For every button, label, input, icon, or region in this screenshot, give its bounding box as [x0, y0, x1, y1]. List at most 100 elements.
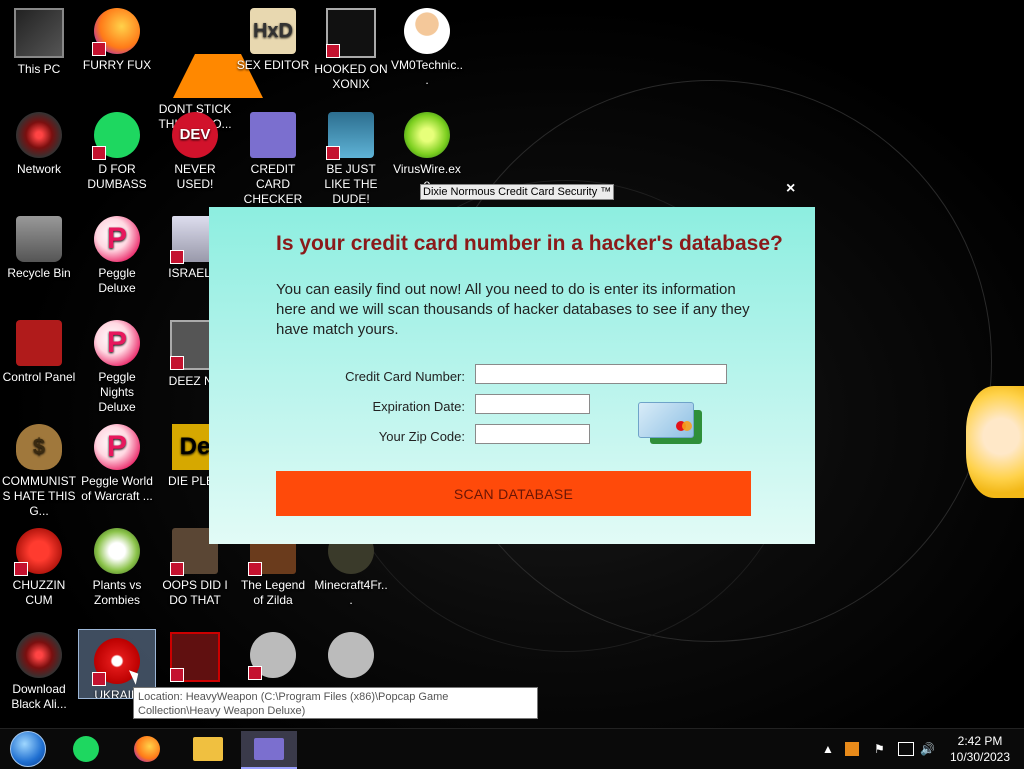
taskbar-spotify[interactable] [58, 731, 114, 767]
chuzzle-icon [14, 528, 62, 576]
peggle-icon: P [94, 216, 140, 262]
desktop-icon-network[interactable]: Network [1, 104, 77, 202]
firefox-icon [92, 8, 140, 56]
desktop-icon-xonix[interactable]: HOOKED ON XONIX [313, 0, 389, 98]
shortcut-arrow-icon [170, 356, 184, 370]
card-number-label: Credit Card Number: [345, 369, 465, 384]
plants-vs-zombies-icon [94, 528, 140, 574]
icon-label: OOPS DID I DO THAT [162, 578, 228, 607]
network-tray-icon[interactable] [898, 729, 914, 769]
popup-heading: Is your credit card number in a hacker's… [276, 232, 783, 255]
desktop-icon-be-like-dude[interactable]: BE JUST LIKE THE DUDE! [313, 104, 389, 206]
desktop-icon-furry-fux[interactable]: FURRY FUX [79, 0, 155, 98]
shortcut-arrow-icon [326, 44, 340, 58]
icon-label: This PC [17, 62, 61, 76]
xonix-icon [326, 8, 376, 58]
shortcut-arrow-icon [170, 668, 184, 682]
icon-label: Plants vs Zombies [92, 578, 142, 607]
icon-label: HOOKED ON XONIX [314, 62, 388, 91]
icon-label: FURRY FUX [82, 58, 152, 72]
shortcut-arrow-icon [170, 562, 184, 576]
icon-label: Network [16, 162, 61, 176]
desktop-icon-peggle-deluxe[interactable]: P Peggle Deluxe [79, 208, 155, 306]
taskbar: ▲ ⚑ 🔊 2:42 PM 10/30/2023 [0, 728, 1024, 769]
desktop-icon-chuzzin[interactable]: CHUZZIN CUM [1, 520, 77, 618]
popup-title: Dixie Normous Credit Card Security ™ [420, 184, 615, 200]
shortcut-arrow-icon [92, 42, 106, 56]
shortcut-arrow-icon [326, 146, 340, 160]
desktop-icon-never-used[interactable]: DEV NEVER USED! [157, 104, 233, 202]
firefox-icon [134, 736, 160, 762]
taskbar-file-explorer[interactable] [180, 731, 236, 767]
desktop-icon-dont-stick[interactable]: DONT STICK THIS IN YO... [157, 0, 263, 131]
card-number-input[interactable] [475, 364, 727, 384]
desktop-icon-download-black[interactable]: Download Black Ali... [1, 624, 77, 722]
taskbar-credit-card-checker[interactable] [241, 731, 297, 769]
shortcut-arrow-icon [92, 146, 106, 160]
shortcut-arrow-icon [248, 666, 262, 680]
dev-cpp-icon: DEV [172, 112, 218, 158]
cartoon-character-image [966, 386, 1024, 498]
shortcut-arrow-icon [170, 250, 184, 264]
icon-label: Download Black Ali... [11, 682, 67, 711]
icon-label: Control Panel [2, 370, 76, 384]
desktop-icon-recycle-bin[interactable]: Recycle Bin [1, 208, 77, 306]
desktop-icon-communists[interactable]: $ COMMUNISTS HATE THIS G... [1, 416, 77, 518]
spotify-icon [92, 112, 140, 160]
icon-label: Recycle Bin [7, 266, 71, 280]
icon-label: SEX EDITOR [236, 58, 310, 72]
desktop-icon-peggle-wow[interactable]: P Peggle World of Warcraft ... [79, 416, 155, 514]
icon-label: COMMUNISTS HATE THIS G... [2, 474, 76, 518]
expiration-input[interactable] [475, 394, 590, 414]
icon-label: VM0Technic... [390, 58, 464, 87]
desktop-icon-peggle-nights[interactable]: P Peggle Nights Deluxe [79, 312, 155, 414]
credit-card-icon [250, 112, 296, 158]
shortcut-arrow-icon [248, 562, 262, 576]
desktop-icon-vm0[interactable]: VM0Technic... [389, 0, 465, 98]
app-icon [845, 742, 859, 756]
shortcut-arrow-icon [14, 562, 28, 576]
scan-database-button[interactable]: SCAN DATABASE [276, 471, 751, 516]
icon-label: Minecraft4Fr... [314, 578, 388, 607]
peggle-nights-icon: P [94, 320, 140, 366]
volume-icon[interactable]: 🔊 [920, 729, 935, 769]
shortcut-arrow-icon [92, 672, 106, 686]
start-button[interactable] [0, 731, 56, 767]
desktop-icon-control-panel[interactable]: Control Panel [1, 312, 77, 410]
zip-input[interactable] [475, 424, 590, 444]
zip-label: Your Zip Code: [378, 429, 465, 444]
eye-icon [16, 632, 62, 678]
limewire-icon [404, 112, 450, 158]
medal-icon [248, 632, 296, 680]
icon-label: CHUZZIN CUM [12, 578, 66, 607]
desktop-icon-this-pc[interactable]: This PC [1, 0, 77, 98]
icon-label: Peggle World of Warcraft ... [81, 474, 153, 503]
icon-label: BE JUST LIKE THE DUDE! [324, 162, 378, 206]
icon-label: Peggle Nights Deluxe [98, 370, 136, 414]
tray-overflow-arrow[interactable]: ▲ [822, 729, 834, 769]
computer-icon [14, 8, 64, 58]
hex-editor-icon: HxD [250, 8, 296, 54]
credit-card-image [638, 402, 702, 448]
taskbar-clock[interactable]: 2:42 PM 10/30/2023 [940, 733, 1020, 765]
icon-label: The Legend of Zilda [240, 578, 306, 607]
action-center-flag-icon[interactable]: ⚑ [874, 729, 885, 769]
peggle-wow-icon: P [94, 424, 140, 470]
desktop-icon-credit-card-checker[interactable]: CREDIT CARD CHECKER [235, 104, 311, 206]
desktop-icon-d-for-dumbass[interactable]: D FOR DUMBASS [79, 104, 155, 202]
skull-icon [328, 632, 374, 678]
doctor-icon [404, 8, 450, 54]
game-icon [170, 632, 220, 682]
santa-icon [326, 112, 374, 160]
folder-icon [193, 737, 223, 761]
close-icon[interactable]: × [786, 180, 795, 198]
tray-app-icon[interactable] [845, 729, 859, 769]
credit-card-icon [254, 738, 284, 760]
start-orb-icon [10, 731, 46, 767]
spotify-icon [73, 736, 99, 762]
desktop-icon-plants-vs-zombies[interactable]: Plants vs Zombies [79, 520, 155, 618]
taskbar-firefox[interactable] [119, 731, 175, 767]
icon-label: Peggle Deluxe [98, 266, 136, 295]
desktop-icon-sex-editor[interactable]: HxD SEX EDITOR [235, 0, 311, 98]
icon-label: NEVER USED! [174, 162, 216, 191]
